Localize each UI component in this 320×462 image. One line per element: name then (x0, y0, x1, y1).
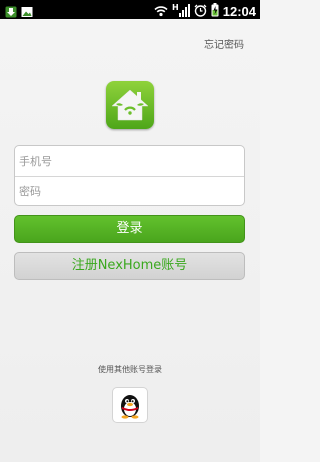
password-input[interactable] (15, 177, 244, 206)
clock-time: 12:04 (222, 4, 256, 19)
login-button[interactable]: 登录 (14, 215, 245, 243)
qq-penguin-icon (113, 395, 147, 426)
qq-login-button[interactable] (112, 387, 148, 423)
forgot-password-link[interactable]: 忘记密码 (204, 36, 244, 51)
register-button[interactable]: 注册NexHome账号 (14, 252, 245, 280)
login-form (14, 145, 245, 206)
other-account-login-label: 使用其他账号登录 (98, 365, 162, 374)
home-app-logo-icon (106, 81, 154, 129)
phone-input[interactable] (15, 147, 244, 176)
svg-text:H: H (172, 3, 179, 12)
status-bar: H 12:04 (0, 0, 260, 19)
login-screen: 忘记密码 登录 注册NexHome账号 使用其他账号登录 (0, 19, 260, 462)
